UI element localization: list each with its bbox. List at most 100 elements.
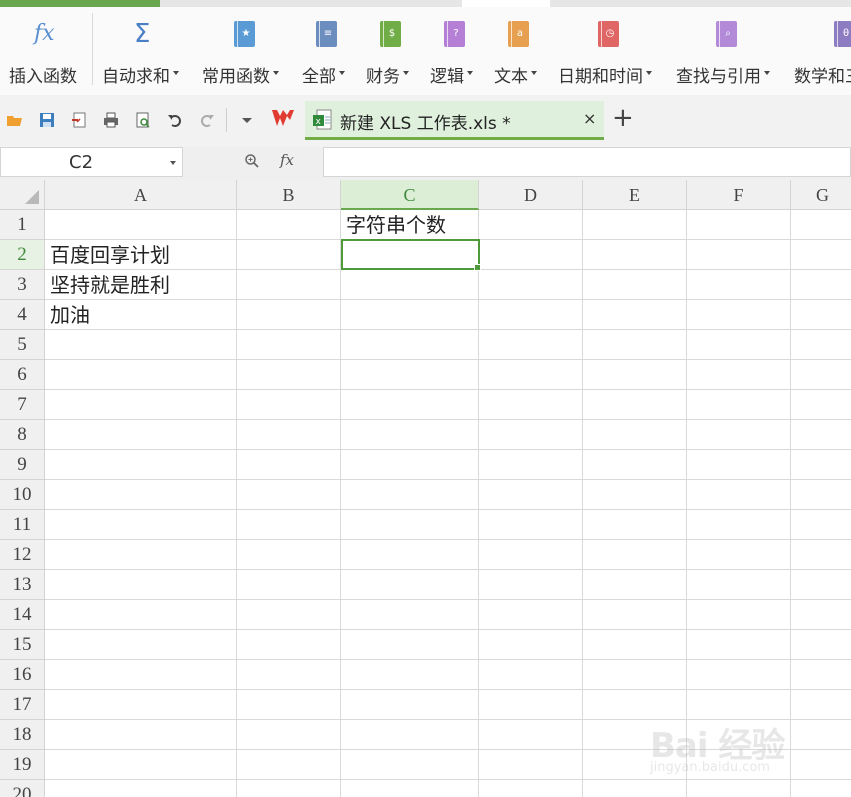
new-tab-button[interactable]: + xyxy=(612,105,634,131)
name-box-value: C2 xyxy=(69,152,94,173)
chevron-down-icon xyxy=(467,71,473,75)
row-header-1[interactable]: 1 xyxy=(0,210,45,240)
svg-text:x: x xyxy=(316,117,322,127)
column-header-a[interactable]: A xyxy=(45,180,237,210)
undo-icon[interactable] xyxy=(166,111,184,129)
name-box[interactable]: C2 xyxy=(0,147,183,177)
chevron-down-icon xyxy=(403,71,409,75)
row-header-8[interactable]: 8 xyxy=(0,420,45,450)
cell-a2[interactable]: 百度回享计划 xyxy=(45,240,170,270)
grid-row-line xyxy=(45,479,851,480)
toolbar-separator xyxy=(226,108,227,132)
row-header-13[interactable]: 13 xyxy=(0,570,45,600)
common-functions-button[interactable]: ★ 常用函数 xyxy=(200,7,292,93)
active-ribbon-tab-indicator[interactable] xyxy=(0,0,160,7)
row-header-9[interactable]: 9 xyxy=(0,450,45,480)
cell-a4[interactable]: 加油 xyxy=(45,300,90,330)
all-label: 全部 xyxy=(302,67,336,87)
chevron-down-icon xyxy=(273,71,279,75)
sigma-icon: Σ xyxy=(134,19,151,49)
finance-button[interactable]: $ 财务 xyxy=(364,7,420,93)
save-icon[interactable] xyxy=(38,111,56,129)
chevron-down-icon xyxy=(173,71,179,75)
print-icon[interactable] xyxy=(102,111,120,129)
formula-input[interactable] xyxy=(323,147,851,177)
row-header-14[interactable]: 14 xyxy=(0,600,45,630)
all-functions-icon: ≡ xyxy=(316,21,337,47)
grid-row-line xyxy=(45,629,851,630)
clock-icon: ◷ xyxy=(598,21,619,47)
grid-row-line xyxy=(45,599,851,600)
math-label: 数学和三角 xyxy=(794,67,851,87)
document-tab[interactable]: x 新建 XLS 工作表.xls * × xyxy=(305,101,604,140)
active-cell-selection[interactable] xyxy=(341,239,481,271)
fill-handle[interactable] xyxy=(474,264,481,271)
row-header-7[interactable]: 7 xyxy=(0,390,45,420)
row-header-4[interactable]: 4 xyxy=(0,300,45,330)
row-header-17[interactable]: 17 xyxy=(0,690,45,720)
row-header-10[interactable]: 10 xyxy=(0,480,45,510)
math-icon: θ xyxy=(834,21,851,47)
export-pdf-icon[interactable] xyxy=(70,111,88,129)
column-header-e[interactable]: E xyxy=(583,180,687,210)
row-header-12[interactable]: 12 xyxy=(0,540,45,570)
row-header-6[interactable]: 6 xyxy=(0,360,45,390)
redo-icon[interactable] xyxy=(198,111,216,129)
document-title: 新建 XLS 工作表.xls * xyxy=(340,114,511,134)
text-button[interactable]: a 文本 xyxy=(492,7,548,93)
cell-c1[interactable]: 字符串个数 xyxy=(341,210,446,240)
common-functions-label: 常用函数 xyxy=(202,67,270,87)
column-header-d[interactable]: D xyxy=(479,180,583,210)
row-header-5[interactable]: 5 xyxy=(0,330,45,360)
ribbon-tab-gap xyxy=(462,0,550,7)
autosum-label: 自动求和 xyxy=(102,67,170,87)
formula-bar: C2 fx xyxy=(0,147,851,180)
insert-function-label: 插入函数 xyxy=(9,67,77,87)
wps-logo-icon[interactable] xyxy=(270,105,296,131)
grid-row-line xyxy=(45,539,851,540)
chevron-down-icon xyxy=(764,71,770,75)
datetime-button[interactable]: ◷ 日期和时间 xyxy=(556,7,666,93)
math-trig-button[interactable]: θ 数学和三角 xyxy=(792,7,851,93)
grid-row-line xyxy=(45,329,851,330)
all-functions-button[interactable]: ≡ 全部 xyxy=(300,7,356,93)
lookup-icon: ⌕ xyxy=(716,21,737,47)
autosum-button[interactable]: Σ 自动求和 xyxy=(100,7,192,93)
row-header-11[interactable]: 11 xyxy=(0,510,45,540)
column-header-g[interactable]: G xyxy=(791,180,851,210)
baidu-jingyan-watermark: Bai 经验 jingyan.baidu.com xyxy=(650,718,810,778)
fx-icon[interactable]: fx xyxy=(280,151,294,169)
row-header-3[interactable]: 3 xyxy=(0,270,45,300)
zoom-icon[interactable] xyxy=(244,153,260,169)
spreadsheet-grid: ABCDEFG 1 2 3 4 5 6 7 8 9 10 11 12 13 14 15 16 17 18 19 20 … xyxy=(0,180,851,797)
column-header-b[interactable]: B xyxy=(237,180,341,210)
cell-a3[interactable]: 坚持就是胜利 xyxy=(45,270,170,300)
fx-icon: fx xyxy=(34,21,55,46)
chevron-down-icon[interactable] xyxy=(170,161,176,165)
chevron-down-icon xyxy=(339,71,345,75)
row-header-15[interactable]: 15 xyxy=(0,630,45,660)
lookup-reference-button[interactable]: ⌕ 查找与引用 xyxy=(674,7,784,93)
insert-function-button[interactable]: fx 插入函数 xyxy=(6,7,86,93)
grid-row-line xyxy=(45,659,851,660)
xls-file-icon: x xyxy=(313,109,333,131)
select-all-corner[interactable] xyxy=(0,180,45,210)
print-preview-icon[interactable] xyxy=(134,111,152,129)
row-header-16[interactable]: 16 xyxy=(0,660,45,690)
column-header-f[interactable]: F xyxy=(687,180,791,210)
column-header-c[interactable]: C xyxy=(341,180,479,210)
lookup-label: 查找与引用 xyxy=(676,67,761,87)
row-header-18[interactable]: 18 xyxy=(0,720,45,750)
customize-toolbar-chevron-icon[interactable] xyxy=(238,111,256,129)
grid-row-line xyxy=(45,389,851,390)
row-header-20[interactable]: 20 xyxy=(0,780,45,797)
chevron-down-icon xyxy=(646,71,652,75)
row-header-19[interactable]: 19 xyxy=(0,750,45,780)
row-header-2[interactable]: 2 xyxy=(0,240,45,270)
common-functions-icon: ★ xyxy=(234,21,255,47)
text-label: 文本 xyxy=(494,67,528,87)
open-folder-icon[interactable] xyxy=(6,111,24,129)
close-tab-icon[interactable]: × xyxy=(583,109,596,128)
ribbon-separator xyxy=(92,13,93,85)
logic-button[interactable]: ? 逻辑 xyxy=(428,7,484,93)
